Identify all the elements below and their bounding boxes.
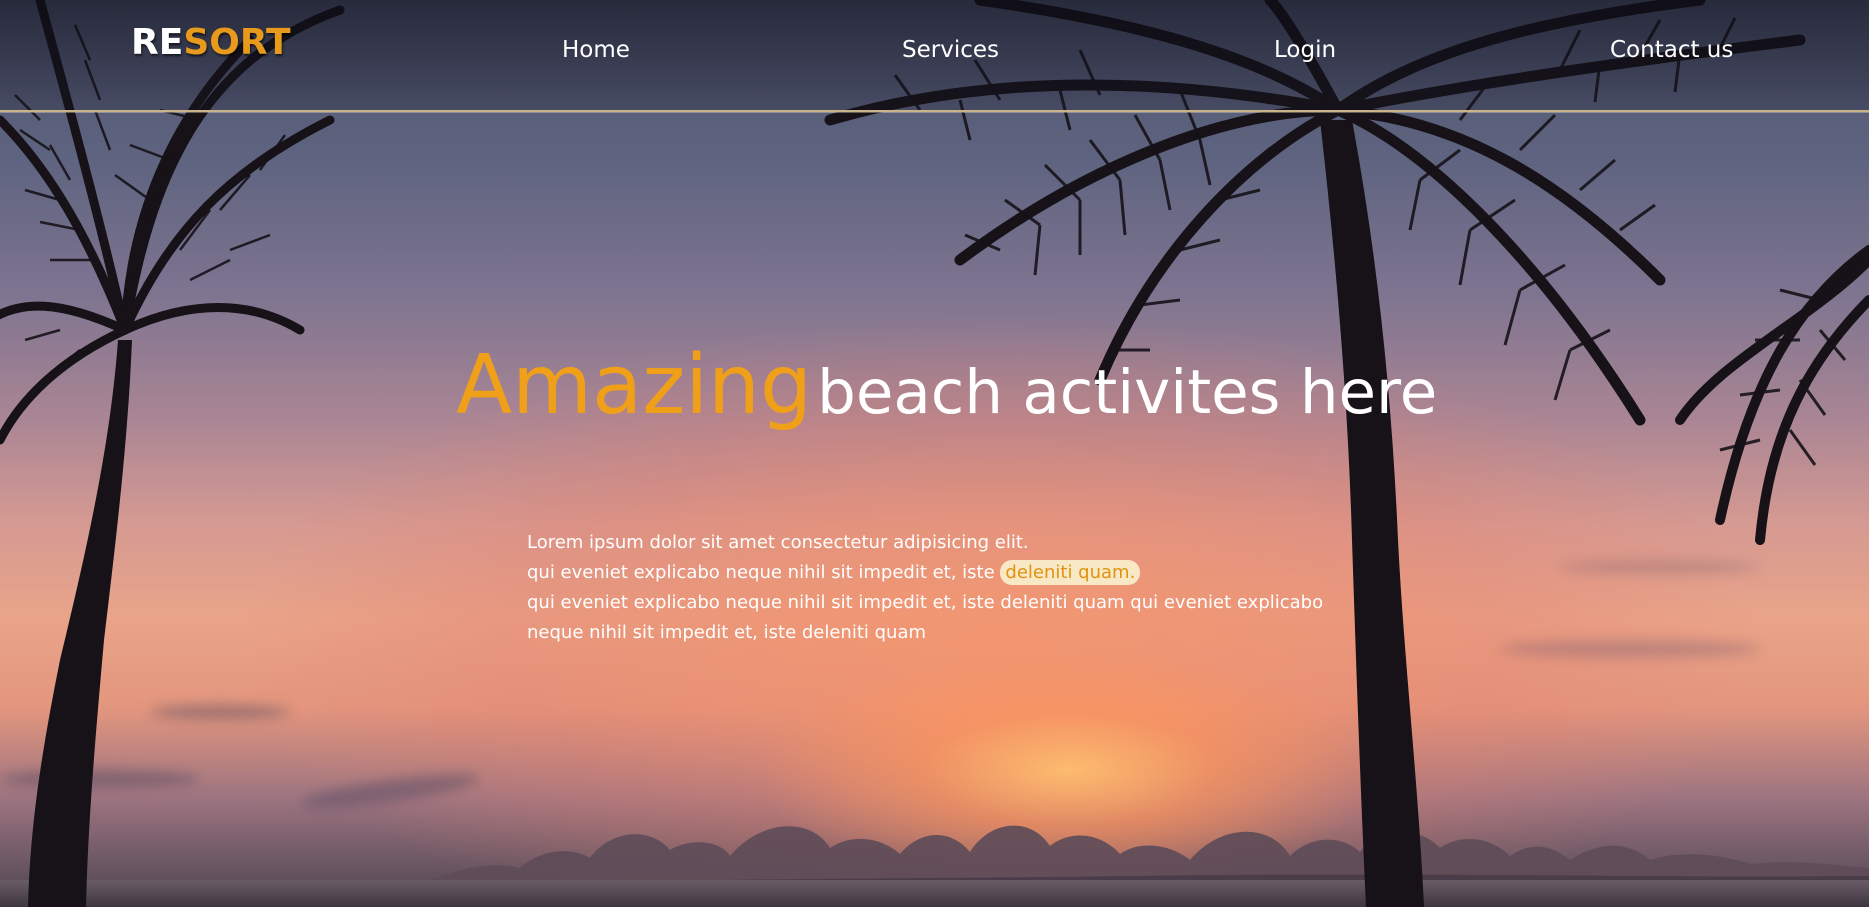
hero-description: Lorem ipsum dolor sit amet consectetur a… [527, 528, 1347, 648]
highlight-badge: deleniti quam. [1000, 560, 1141, 585]
headline-accent-word: Amazing [456, 338, 813, 433]
cloud-wisp [0, 770, 200, 788]
cloud-wisp [150, 705, 290, 719]
description-line-4: neque nihil sit impedit et, iste delenit… [527, 622, 927, 643]
description-line-2-text: qui eveniet explicabo neque nihil sit im… [527, 562, 1001, 583]
nav-link-home[interactable]: Home [562, 37, 630, 63]
nav-link-login[interactable]: Login [1274, 37, 1336, 63]
cloud-wisp [1560, 560, 1760, 574]
description-line-3: qui eveniet explicabo neque nihil sit im… [527, 592, 1324, 613]
nav-link-services[interactable]: Services [902, 37, 999, 63]
hero-headline: Amazing beach activites here [456, 338, 1437, 433]
description-line-2: qui eveniet explicabo neque nihil sit im… [527, 558, 1347, 588]
nav-link-contact[interactable]: Contact us [1610, 37, 1733, 63]
brand-logo-part2: SORT [183, 22, 291, 63]
top-navbar: RESORT Home Services Login Contact us [0, 0, 1869, 112]
hero-section: RESORT Home Services Login Contact us Am… [0, 0, 1869, 907]
description-line-1: Lorem ipsum dolor sit amet consectetur a… [527, 532, 1029, 553]
horizon-clouds [430, 825, 1869, 890]
sea [0, 880, 1869, 907]
brand-logo-part1: RE [131, 22, 184, 63]
brand-logo[interactable]: RESORT [131, 22, 291, 63]
cloud-wisp [1500, 640, 1760, 658]
headline-rest-text: beach activites here [817, 357, 1438, 428]
